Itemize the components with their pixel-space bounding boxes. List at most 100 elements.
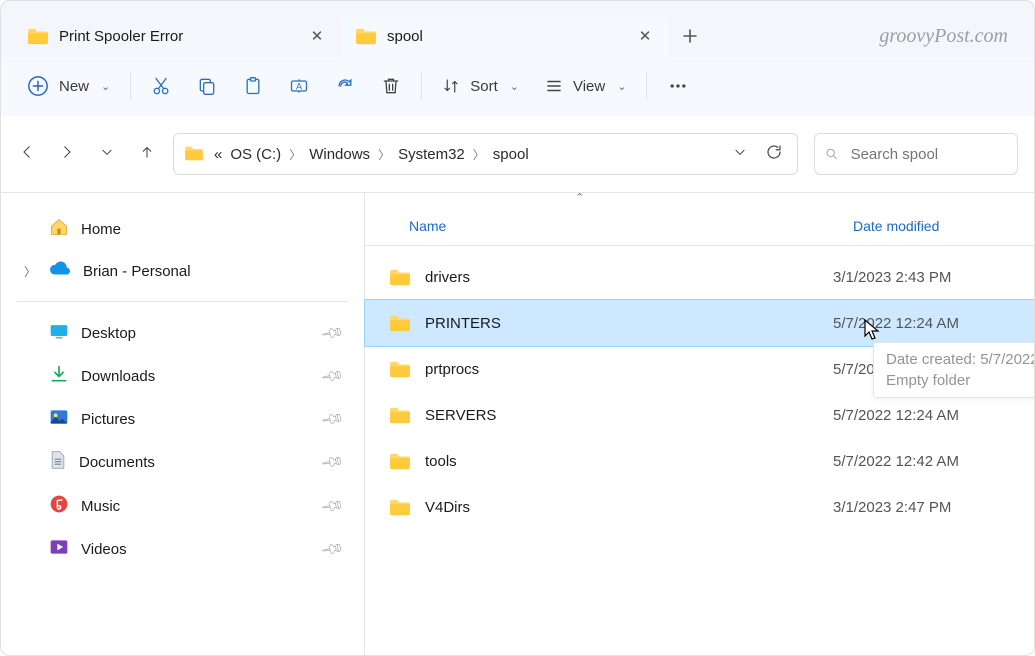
file-name: PRINTERS (425, 315, 501, 332)
search-input[interactable] (849, 145, 1007, 164)
share-icon (335, 76, 355, 96)
tooltip-line: Empty folder (886, 370, 1035, 391)
onedrive-icon (49, 261, 71, 281)
file-date: 5/7/2022 12:24 AM (827, 407, 1034, 424)
downloads-icon (49, 364, 69, 388)
sidebar-item-label: Pictures (81, 411, 311, 428)
pin-icon[interactable]: 📌︎ (320, 363, 346, 389)
column-header-date[interactable]: Date modified (847, 218, 1034, 234)
address-box[interactable]: « OS (C:) 〉 Windows 〉 System32 〉 spool (173, 133, 798, 175)
file-date: 5/7/2022 12:42 AM (827, 453, 1034, 470)
crumb-overflow[interactable]: « (214, 146, 222, 163)
music-icon (49, 494, 69, 518)
sort-icon (442, 77, 460, 95)
sidebar-item-documents[interactable]: Documents 📌︎ (11, 440, 354, 484)
sidebar-item-label: Videos (81, 541, 311, 558)
file-name: drivers (425, 269, 470, 286)
new-tab-button[interactable] (669, 15, 711, 57)
file-name: prtprocs (425, 361, 479, 378)
delete-button[interactable] (369, 68, 413, 104)
nav-buttons (17, 143, 157, 165)
file-row[interactable]: drivers3/1/2023 2:43 PM (365, 254, 1034, 300)
copy-button[interactable] (185, 68, 229, 104)
pictures-icon (49, 408, 69, 430)
file-row[interactable]: PRINTERS 5/7/2022 12:24 AM (365, 300, 1034, 346)
home-icon (49, 217, 69, 241)
sidebar-item-pictures[interactable]: Pictures 📌︎ (11, 398, 354, 440)
sidebar-item-music[interactable]: Music 📌︎ (11, 484, 354, 528)
crumb-spool[interactable]: spool (493, 146, 529, 163)
watermark: groovyPost.com (879, 15, 1022, 57)
crumb-os[interactable]: OS (C:) (230, 146, 281, 163)
up-button[interactable] (137, 143, 157, 165)
cut-icon (151, 76, 171, 96)
sidebar-item-label: Downloads (81, 368, 311, 385)
pin-icon[interactable]: 📌︎ (320, 493, 346, 519)
address-dropdown-button[interactable] (733, 145, 747, 163)
back-button[interactable] (17, 143, 37, 165)
pin-icon[interactable]: 📌︎ (320, 406, 346, 432)
new-button[interactable]: New ⌄ (15, 67, 122, 105)
file-name: SERVERS (425, 407, 496, 424)
pin-icon[interactable]: 📌︎ (320, 320, 346, 346)
view-button[interactable]: View ⌄ (533, 69, 638, 103)
folder-icon (389, 268, 411, 286)
file-date: 5/7/2022 12:24 AM (827, 315, 1034, 332)
folder-icon (389, 406, 411, 424)
close-tab-icon[interactable]: ✕ (307, 27, 327, 45)
sidebar-item-personal[interactable]: 〉 Brian - Personal (11, 251, 354, 291)
chevron-down-icon: ⌄ (99, 80, 110, 93)
crumb-system32[interactable]: System32 (398, 146, 465, 163)
sidebar-item-desktop[interactable]: Desktop 📌︎ (11, 312, 354, 354)
file-row[interactable]: V4Dirs3/1/2023 2:47 PM (365, 484, 1034, 530)
toolbar: New ⌄ A Sort ⌄ View ⌄ (1, 57, 1034, 116)
sidebar-item-downloads[interactable]: Downloads 📌︎ (11, 354, 354, 398)
sidebar-item-label: Home (81, 221, 342, 238)
tab-print-spooler-error[interactable]: Print Spooler Error ✕ (13, 15, 341, 57)
paste-button[interactable] (231, 68, 275, 104)
share-button[interactable] (323, 68, 367, 104)
desktop-icon (49, 322, 69, 344)
file-row[interactable]: SERVERS 5/7/2022 12:24 AM (365, 392, 1034, 438)
trash-icon (381, 76, 401, 96)
crumb-windows[interactable]: Windows (309, 146, 370, 163)
folder-icon (389, 314, 411, 332)
rename-icon: A (289, 76, 309, 96)
new-plus-icon (27, 75, 49, 97)
sidebar-item-videos[interactable]: Videos 📌︎ (11, 528, 354, 570)
close-tab-icon[interactable]: ✕ (635, 27, 655, 45)
more-button[interactable] (655, 68, 701, 104)
view-icon (545, 77, 563, 95)
file-list-pane: ⌃ Name Date modified drivers3/1/2023 2:4… (365, 193, 1034, 655)
sidebar-item-label: Music (81, 498, 311, 515)
chevron-down-icon: ⌄ (615, 80, 626, 93)
folder-icon (389, 360, 411, 378)
toolbar-separator (421, 72, 422, 100)
pin-icon[interactable]: 📌︎ (320, 536, 346, 562)
column-header-name[interactable]: Name (365, 218, 847, 234)
chevron-right-icon: 〉 (289, 146, 301, 163)
pin-icon[interactable]: 📌︎ (320, 449, 346, 475)
cut-button[interactable] (139, 68, 183, 104)
chevron-right-icon[interactable]: 〉 (23, 263, 37, 280)
toolbar-separator (130, 72, 131, 100)
recent-locations-button[interactable] (97, 145, 117, 163)
tab-spool[interactable]: spool ✕ (341, 15, 669, 57)
file-list[interactable]: drivers3/1/2023 2:43 PM PRINTERS 5/7/2022 … (365, 246, 1034, 655)
search-icon (825, 146, 839, 162)
search-box[interactable] (814, 133, 1018, 175)
chevron-right-icon: 〉 (473, 146, 485, 163)
sidebar-item-home[interactable]: Home (11, 207, 354, 251)
file-row[interactable]: tools5/7/2022 12:42 AM (365, 438, 1034, 484)
refresh-button[interactable] (765, 143, 783, 165)
more-icon (667, 76, 689, 96)
breadcrumb: « OS (C:) 〉 Windows 〉 System32 〉 spool (214, 146, 721, 163)
copy-icon (197, 76, 217, 96)
sidebar-item-label: Brian - Personal (83, 263, 342, 280)
sort-button[interactable]: Sort ⌄ (430, 69, 531, 103)
tooltip-line: Date created: 5/7/2022 12:24 AM (886, 349, 1035, 370)
forward-button[interactable] (57, 143, 77, 165)
file-explorer-window: Print Spooler Error ✕ spool ✕ groovyPost… (0, 0, 1035, 656)
rename-button[interactable]: A (277, 68, 321, 104)
file-date: 3/1/2023 2:47 PM (827, 499, 1034, 516)
